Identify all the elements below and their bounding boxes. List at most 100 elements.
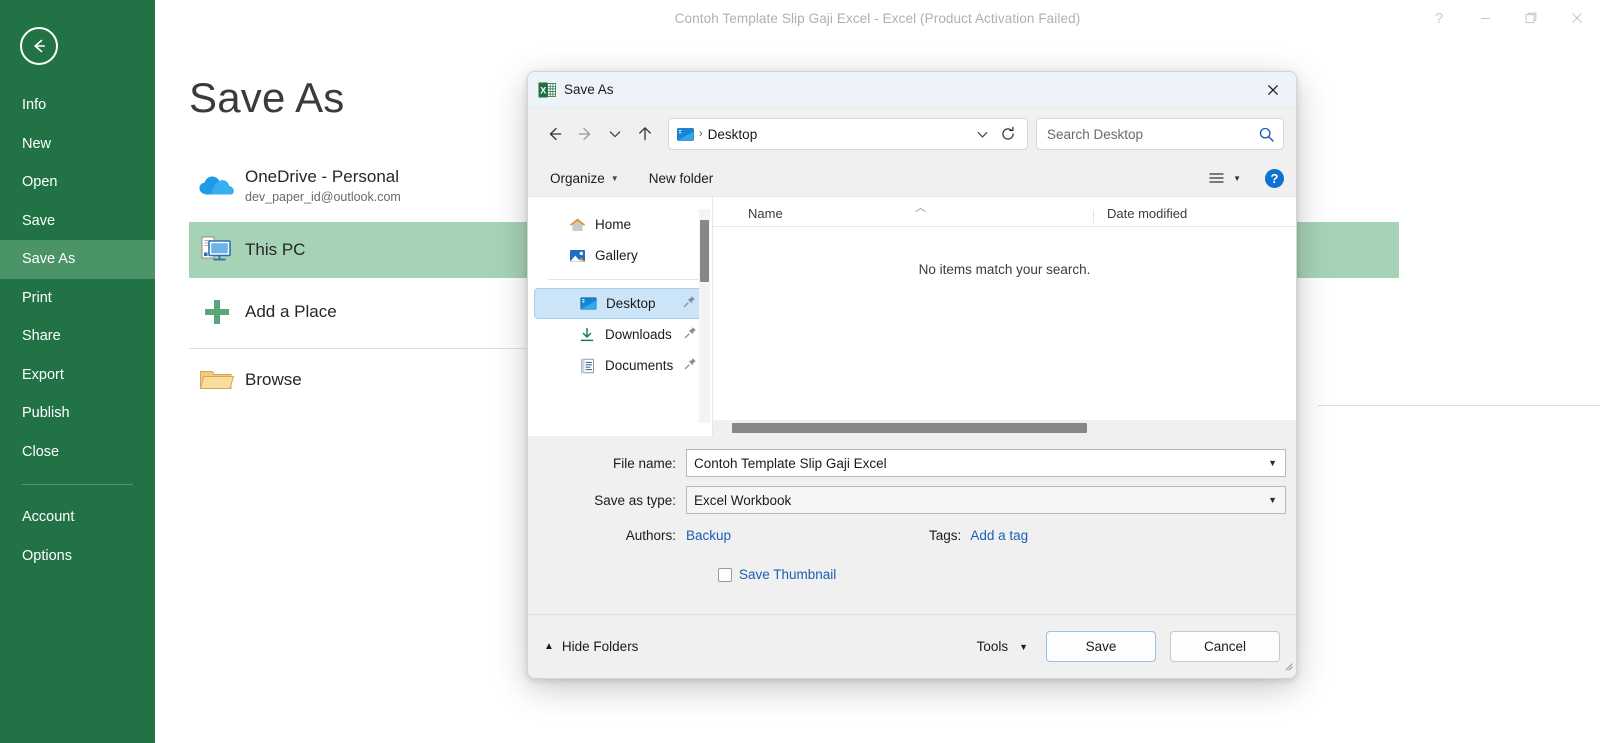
- nav-item-downloads[interactable]: Downloads: [534, 319, 706, 350]
- chevron-down-icon: [607, 126, 623, 142]
- scrollbar-thumb[interactable]: [732, 423, 1087, 433]
- column-header-date-modified[interactable]: Date modified: [1094, 206, 1187, 226]
- sidebar-divider: [22, 484, 133, 485]
- sidebar-item-label: Info: [22, 97, 46, 113]
- sidebar-item-options[interactable]: Options: [0, 537, 155, 576]
- file-list-horizontal-scrollbar[interactable]: [713, 420, 1296, 436]
- place-subtitle: dev_paper_id@outlook.com: [245, 189, 401, 206]
- address-dropdown-button[interactable]: [969, 127, 995, 142]
- metadata-row: Authors: Backup Tags: Add a tag: [538, 522, 1286, 548]
- column-header-name[interactable]: Name: [713, 206, 1094, 226]
- file-name-input[interactable]: Contoh Template Slip Gaji Excel ▼: [686, 449, 1286, 477]
- desktop-folder-icon: [677, 127, 694, 142]
- organize-button[interactable]: Organize ▼: [550, 171, 619, 186]
- dialog-form: File name: Contoh Template Slip Gaji Exc…: [528, 436, 1296, 590]
- nav-item-desktop[interactable]: Desktop: [534, 288, 706, 319]
- chevron-up-icon: ▲: [544, 641, 554, 652]
- scrollbar-thumb[interactable]: [700, 220, 709, 282]
- refresh-button[interactable]: [995, 126, 1021, 142]
- sidebar-item-print[interactable]: Print: [0, 279, 155, 318]
- restore-button[interactable]: [1508, 0, 1554, 36]
- save-thumbnail-checkbox[interactable]: [718, 568, 732, 582]
- dialog-close-button[interactable]: [1250, 72, 1296, 108]
- pin-icon[interactable]: [684, 357, 697, 375]
- place-title: Add a Place: [245, 301, 337, 322]
- plus-icon: [189, 297, 245, 327]
- nav-item-label: Gallery: [595, 248, 638, 263]
- authors-value[interactable]: Backup: [686, 528, 731, 543]
- chevron-down-icon[interactable]: ▼: [1268, 495, 1277, 505]
- sidebar-item-label: Account: [22, 509, 74, 525]
- minimize-icon: [1479, 12, 1492, 25]
- sidebar-item-label: Share: [22, 328, 61, 344]
- view-options-button[interactable]: ▼: [1208, 171, 1241, 186]
- help-button[interactable]: ?: [1416, 0, 1462, 36]
- folder-icon: [189, 365, 245, 395]
- minimize-button[interactable]: [1462, 0, 1508, 36]
- hide-folders-label: Hide Folders: [562, 639, 639, 654]
- sidebar-item-open[interactable]: Open: [0, 163, 155, 202]
- breadcrumb-separator: ›: [699, 128, 703, 140]
- pin-icon[interactable]: [683, 295, 696, 313]
- sidebar-item-label: Options: [22, 548, 72, 564]
- sidebar-item-account[interactable]: Account: [0, 498, 155, 537]
- resize-grip-icon[interactable]: [1281, 658, 1293, 676]
- sidebar-item-info[interactable]: Info: [0, 86, 155, 125]
- sidebar-item-publish[interactable]: Publish: [0, 394, 155, 433]
- save-as-type-label: Save as type:: [538, 493, 686, 508]
- tags-label: Tags:: [929, 528, 961, 543]
- nav-recent-locations-button[interactable]: [600, 119, 630, 149]
- search-icon[interactable]: [1255, 126, 1277, 143]
- nav-item-home[interactable]: Home: [534, 209, 706, 240]
- navigation-pane-scrollbar[interactable]: [699, 209, 710, 423]
- save-button-label: Save: [1086, 639, 1117, 654]
- save-button[interactable]: Save: [1046, 631, 1156, 662]
- close-button[interactable]: [1554, 0, 1600, 36]
- refresh-icon: [1000, 126, 1016, 142]
- sort-ascending-icon: ︿: [915, 199, 926, 215]
- command-bar-right: ▼ ?: [1208, 169, 1284, 188]
- downloads-icon: [578, 326, 596, 344]
- sidebar-item-save-as[interactable]: Save As: [0, 240, 155, 279]
- dialog-title-bar: X Save As: [528, 72, 1296, 108]
- chevron-down-icon: [975, 127, 990, 142]
- back-button[interactable]: [20, 27, 58, 65]
- arrow-left-icon: [546, 125, 564, 143]
- save-as-type-select[interactable]: Excel Workbook ▼: [686, 486, 1286, 514]
- nav-up-button[interactable]: [630, 119, 660, 149]
- nav-item-documents[interactable]: Documents: [534, 350, 706, 381]
- nav-item-gallery[interactable]: Gallery: [534, 240, 706, 271]
- sidebar-item-label: New: [22, 136, 51, 152]
- address-bar[interactable]: › Desktop: [668, 118, 1028, 150]
- nav-forward-button[interactable]: [570, 119, 600, 149]
- save-as-dialog: X Save As: [527, 71, 1297, 679]
- cancel-button-label: Cancel: [1204, 639, 1246, 654]
- sidebar-item-label: Print: [22, 290, 52, 306]
- excel-title-bar: Contoh Template Slip Gaji Excel - Excel …: [155, 0, 1600, 36]
- chevron-down-icon[interactable]: ▼: [1268, 458, 1277, 468]
- help-circle-icon[interactable]: ?: [1265, 169, 1284, 188]
- desktop-icon: [579, 295, 597, 313]
- dialog-navigation-bar: › Desktop: [528, 108, 1296, 160]
- tags-value[interactable]: Add a tag: [970, 528, 1028, 543]
- dialog-footer: ▲ Hide Folders Tools ▼ Save Cancel: [528, 614, 1296, 678]
- sidebar-item-save[interactable]: Save: [0, 202, 155, 241]
- sidebar-item-export[interactable]: Export: [0, 356, 155, 395]
- list-view-icon: [1208, 171, 1225, 186]
- file-list-empty-message: No items match your search.: [713, 227, 1296, 420]
- new-folder-button[interactable]: New folder: [649, 171, 714, 186]
- nav-back-button[interactable]: [540, 119, 570, 149]
- new-folder-label: New folder: [649, 171, 714, 186]
- pin-icon[interactable]: [684, 326, 697, 344]
- save-thumbnail-label[interactable]: Save Thumbnail: [739, 567, 836, 582]
- sidebar-item-share[interactable]: Share: [0, 317, 155, 356]
- search-box[interactable]: [1036, 118, 1284, 150]
- hide-folders-button[interactable]: ▲ Hide Folders: [544, 639, 638, 654]
- cancel-button[interactable]: Cancel: [1170, 631, 1280, 662]
- sidebar-item-close[interactable]: Close: [0, 433, 155, 472]
- save-thumbnail-row[interactable]: Save Thumbnail: [538, 567, 1286, 582]
- tools-button[interactable]: Tools ▼: [977, 639, 1028, 654]
- sidebar-item-new[interactable]: New: [0, 125, 155, 164]
- search-input[interactable]: [1047, 127, 1255, 142]
- save-as-type-row: Save as type: Excel Workbook ▼: [538, 485, 1286, 515]
